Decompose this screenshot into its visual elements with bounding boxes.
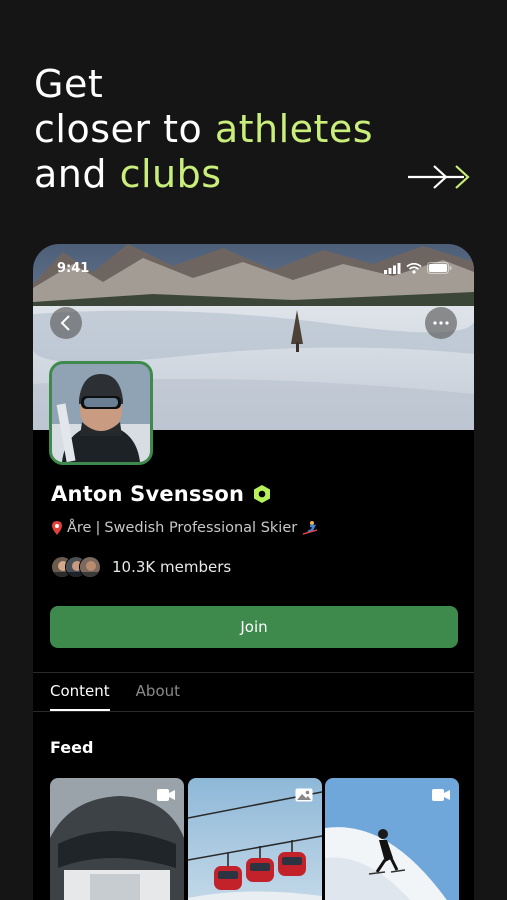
location-pin-icon [52, 521, 62, 535]
members-row[interactable]: 10.3K members [51, 556, 231, 578]
wifi-icon [406, 262, 422, 274]
profile-name-row: Anton Svensson [51, 482, 272, 506]
join-button[interactable]: Join [50, 606, 458, 648]
video-camera-icon [157, 789, 175, 801]
bio-separator: | [95, 520, 101, 536]
headline-highlight-athletes: athletes [214, 107, 374, 151]
profile-tabs: Content About [50, 682, 180, 711]
profile-bio: Åre | Swedish Professional Skier [51, 520, 319, 536]
profile-description: Swedish Professional Skier [104, 520, 298, 536]
headline-text: and [34, 152, 120, 196]
phone-mockup: 9:41 Anton Svensson Åre | Swedish Profes… [33, 244, 474, 900]
image-icon [295, 788, 313, 802]
feed-item-skier-video[interactable] [325, 778, 459, 900]
feed-item-gondola-image[interactable] [188, 778, 322, 900]
profile-location: Åre [67, 520, 92, 536]
tab-about[interactable]: About [136, 682, 180, 710]
headline-text: closer to [34, 107, 215, 151]
headline-highlight-clubs: clubs [119, 152, 222, 196]
skier-portrait-image [52, 364, 150, 462]
headline-line-3: and clubs [34, 152, 373, 197]
video-camera-icon [432, 789, 450, 801]
tab-content[interactable]: Content [50, 682, 110, 711]
member-avatar [79, 556, 101, 578]
divider [33, 672, 474, 673]
hero-headline: Get closer to athletes and clubs [34, 62, 373, 197]
feed-title: Feed [50, 738, 94, 757]
status-bar: 9:41 [57, 260, 452, 276]
status-icons [384, 262, 452, 274]
chevron-left-icon [60, 315, 70, 331]
headline-line-2: closer to athletes [34, 107, 373, 152]
profile-name: Anton Svensson [51, 482, 245, 506]
member-avatars [51, 556, 101, 578]
profile-avatar [49, 361, 153, 465]
verified-badge-icon [254, 485, 271, 503]
status-time: 9:41 [57, 260, 90, 276]
signal-icon [384, 262, 401, 274]
double-arrow-right-icon [408, 165, 470, 189]
more-options-button[interactable] [425, 307, 457, 339]
divider [33, 711, 474, 712]
more-horizontal-icon [433, 321, 449, 325]
headline-line-1: Get [34, 62, 104, 106]
skier-emoji-icon [302, 521, 318, 535]
back-button[interactable] [50, 307, 82, 339]
feed-item-helmet-video[interactable] [50, 778, 184, 900]
battery-icon [427, 262, 452, 274]
members-count: 10.3K members [112, 558, 232, 576]
